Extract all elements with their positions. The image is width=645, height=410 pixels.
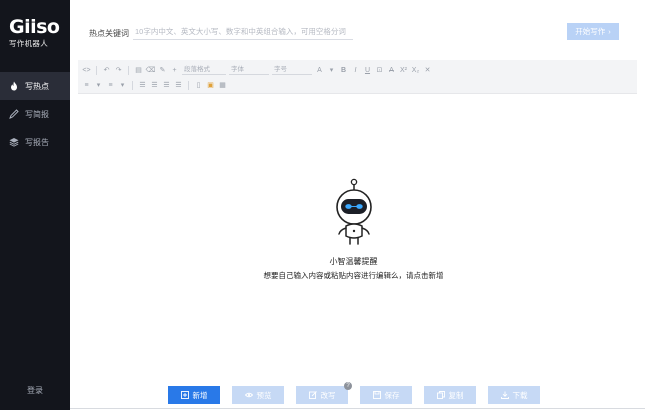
toolbar-row-2: ≡ ▾ ≡ ▾ ☰ ☰ ☰ ☰ ▯ ▣ ▦: [82, 78, 227, 92]
chevron-right-icon: ›: [608, 27, 611, 36]
paragraph-format-select[interactable]: 段落格式: [182, 65, 226, 75]
align-center-icon[interactable]: ☰: [150, 81, 159, 90]
empty-state: 小智温馨提醒 想要自己输入内容或粘贴内容进行编辑么，请点击新增: [70, 178, 637, 281]
eraser-icon[interactable]: ✎: [158, 66, 167, 75]
format-painter-icon[interactable]: ▤: [134, 66, 143, 75]
table-icon[interactable]: ▦: [218, 81, 227, 90]
image-icon[interactable]: ▣: [206, 81, 215, 90]
align-right-icon[interactable]: ☰: [162, 81, 171, 90]
redo-icon[interactable]: ↷: [114, 66, 123, 75]
toolbar-divider: [96, 65, 97, 75]
action-bar: 新增 预览 改写 ? 保存 复制 下载: [70, 382, 645, 406]
font-size-select[interactable]: 字号: [272, 65, 312, 75]
undo-icon[interactable]: ↶: [102, 66, 111, 75]
font-family-select[interactable]: 字体: [229, 65, 269, 75]
sidebar: Giiso 写作机器人 写热点 写简报 写报告 登录: [0, 0, 70, 410]
copy-button[interactable]: 复制: [424, 386, 476, 404]
logo-text: Giiso: [9, 16, 60, 38]
subscript-icon[interactable]: X₂: [411, 66, 420, 75]
keyword-input[interactable]: [133, 24, 353, 40]
download-button-label: 下载: [512, 390, 528, 400]
empty-state-description: 想要自己输入内容或粘贴内容进行编辑么，请点击新增: [263, 271, 444, 280]
toolbar-divider: [132, 80, 133, 90]
topbar: 热点关键词 开始写作 ›: [70, 0, 645, 58]
copy-icon: [436, 391, 445, 399]
empty-state-title: 小智温馨提醒: [329, 257, 378, 266]
bottom-divider: [70, 408, 645, 409]
border-icon[interactable]: ⊡: [375, 66, 384, 75]
save-button[interactable]: 保存: [360, 386, 412, 404]
align-left-icon[interactable]: ☰: [138, 81, 147, 90]
ordered-list-icon[interactable]: ≡: [82, 81, 91, 90]
preview-button[interactable]: 预览: [232, 386, 284, 404]
pen-icon: [9, 109, 19, 119]
start-writing-button[interactable]: 开始写作 ›: [567, 23, 619, 40]
eye-icon: [244, 392, 253, 398]
save-button-label: 保存: [384, 390, 400, 400]
rewrite-help-badge[interactable]: ?: [344, 382, 352, 390]
robot-mascot-icon: [335, 178, 372, 245]
edit-icon: [308, 391, 317, 399]
unordered-list-icon[interactable]: ≡: [106, 81, 115, 90]
login-link[interactable]: 登录: [0, 385, 70, 396]
copy-button-label: 复制: [448, 390, 464, 400]
keyword-label: 热点关键词: [89, 29, 129, 38]
editor-toolbar: <> ↶ ↷ ▤ ⌫ ✎ + 段落格式 字体 字号 A ▾ B I U ⊡ A …: [78, 60, 637, 94]
flame-icon: [11, 81, 17, 91]
font-color-icon[interactable]: A: [315, 66, 324, 75]
strikethrough-icon[interactable]: A: [387, 66, 396, 75]
sidebar-item-label: 写报告: [25, 137, 49, 147]
new-button-label: 新增: [192, 390, 208, 400]
align-justify-icon[interactable]: ☰: [174, 81, 183, 90]
download-button[interactable]: 下载: [488, 386, 540, 404]
rewrite-button-label: 改写: [320, 390, 336, 400]
toolbar-divider: [128, 65, 129, 75]
download-icon: [500, 391, 509, 399]
sidebar-item-report[interactable]: 写报告: [0, 128, 70, 156]
new-button[interactable]: 新增: [168, 386, 220, 404]
italic-icon[interactable]: I: [351, 66, 360, 75]
clear-format-icon[interactable]: ⌫: [146, 66, 156, 75]
logo-subtitle: 写作机器人: [9, 39, 48, 48]
underline-icon[interactable]: U: [363, 66, 372, 75]
sidebar-item-brief[interactable]: 写简报: [0, 100, 70, 128]
source-code-icon[interactable]: <>: [82, 66, 91, 75]
toolbar-row-1: <> ↶ ↷ ▤ ⌫ ✎ + 段落格式 字体 字号 A ▾ B I U ⊡ A …: [82, 63, 432, 77]
preview-button-label: 预览: [256, 390, 272, 400]
sidebar-item-label: 写简报: [25, 109, 49, 119]
insert-icon[interactable]: +: [170, 66, 179, 75]
rewrite-button[interactable]: 改写: [296, 386, 348, 404]
bold-icon[interactable]: B: [339, 66, 348, 75]
clear-icon[interactable]: ✕: [423, 66, 432, 75]
start-writing-label: 开始写作: [575, 27, 606, 36]
save-icon: [372, 391, 381, 399]
plus-square-icon: [180, 391, 189, 399]
sidebar-item-label: 写热点: [25, 81, 49, 91]
editor-area[interactable]: <> ↶ ↷ ▤ ⌫ ✎ + 段落格式 字体 字号 A ▾ B I U ⊡ A …: [70, 58, 637, 378]
document-icon[interactable]: ▯: [194, 81, 203, 90]
chevron-down-icon[interactable]: ▾: [94, 81, 103, 90]
brand-logo: Giiso 写作机器人: [9, 17, 61, 49]
toolbar-divider: [188, 80, 189, 90]
layers-icon: [9, 138, 19, 147]
sidebar-item-hot-topic[interactable]: 写热点: [0, 72, 70, 100]
chevron-down-icon[interactable]: ▾: [327, 66, 336, 75]
superscript-icon[interactable]: X²: [399, 66, 408, 75]
sidebar-nav: 写热点 写简报 写报告: [0, 72, 70, 156]
chevron-down-icon[interactable]: ▾: [118, 81, 127, 90]
